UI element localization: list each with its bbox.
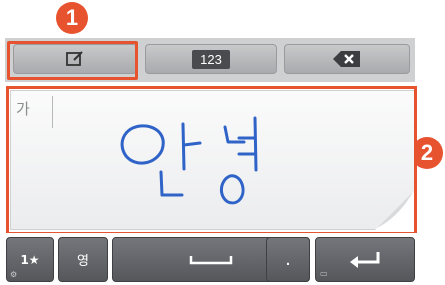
symbol-key-label: 1★ bbox=[20, 252, 40, 267]
language-key[interactable]: 영 bbox=[58, 237, 108, 282]
space-icon bbox=[189, 255, 233, 264]
period-key[interactable]: . bbox=[266, 237, 310, 282]
symbol-key[interactable]: 1★ ⚙ bbox=[6, 237, 54, 282]
settings-icon: ⚙ bbox=[10, 270, 18, 279]
period-key-label: . bbox=[285, 249, 291, 270]
clipboard-icon: ▭ bbox=[320, 269, 328, 278]
enter-icon bbox=[350, 251, 380, 268]
language-key-label: 영 bbox=[77, 254, 89, 269]
keyboard-bottom-row: 1★ ⚙ 영 . ▭ bbox=[0, 233, 445, 285]
highlight-box-panel bbox=[6, 86, 417, 235]
enter-key[interactable]: ▭ bbox=[315, 237, 415, 282]
